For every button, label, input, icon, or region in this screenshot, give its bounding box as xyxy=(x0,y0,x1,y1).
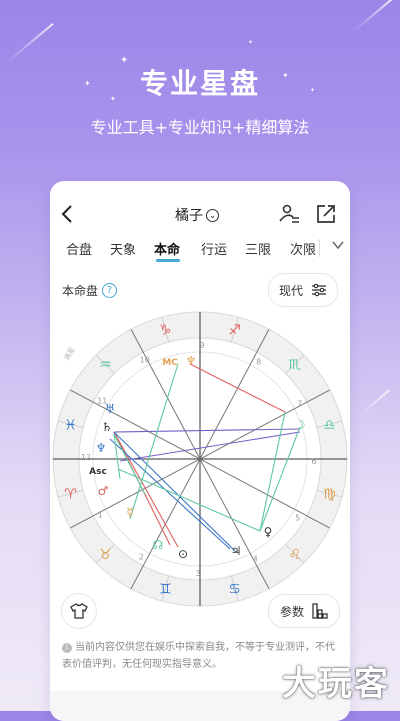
chevron-down-icon xyxy=(332,241,344,250)
house-number: 10 xyxy=(140,355,150,364)
person-switch-icon xyxy=(279,204,299,223)
zodiac-sign-glyph: ♒ xyxy=(99,357,112,373)
share-button[interactable] xyxy=(315,203,337,225)
theme-button[interactable] xyxy=(61,593,97,629)
house-number: 8 xyxy=(256,357,261,366)
zodiac-sign-glyph: ♉ xyxy=(99,547,112,563)
tshirt-icon xyxy=(70,603,88,619)
tab-transit[interactable]: 行运 xyxy=(201,239,227,258)
zodiac-sign-glyph: ♍ xyxy=(323,487,336,503)
profile-name: 橘子 xyxy=(175,208,203,224)
profile-selector[interactable]: 橘子 ⌄ xyxy=(175,205,219,225)
mode-label: 现代 xyxy=(278,283,303,298)
corner-watermark: 满星 xyxy=(62,345,77,362)
planet-glyph: ☿ xyxy=(126,505,133,519)
planet-glyph: ♃ xyxy=(231,544,242,558)
planet-glyph: ☊ xyxy=(153,538,164,552)
planet-glyph: ♆ xyxy=(96,441,107,455)
info-icon: i xyxy=(62,643,72,653)
planet-glyph: ☽ xyxy=(295,418,306,432)
tab-synastry[interactable]: 合盘 xyxy=(66,239,92,258)
planet-glyph: MC xyxy=(162,358,178,368)
tab-more-button[interactable] xyxy=(332,239,344,253)
chevron-left-icon xyxy=(61,205,72,223)
params-button[interactable]: 参数 xyxy=(268,594,340,628)
house-number: 3 xyxy=(195,569,200,578)
house-number: 6 xyxy=(311,457,316,466)
zodiac-sign-glyph: ♏ xyxy=(288,357,301,373)
sparkle-icon: ✦ xyxy=(248,39,254,46)
zodiac-sign-glyph: ♐ xyxy=(228,323,241,339)
zodiac-sign-glyph: ♌ xyxy=(288,547,301,563)
card-top-bar: 橘子 ⌄ xyxy=(50,203,350,227)
tab-divider xyxy=(319,239,320,257)
zodiac-sign-glyph: ♋ xyxy=(228,581,241,597)
house-number: 12 xyxy=(81,453,91,462)
section-label: 本命盘 xyxy=(62,284,99,298)
tab-tertiary[interactable]: 三限 xyxy=(245,239,271,258)
chevron-down-circle-icon: ⌄ xyxy=(206,208,219,222)
house-number: 1 xyxy=(98,510,103,519)
chart-tabs: 合盘 天象 本命 行运 三限 次限 xyxy=(50,239,350,269)
house-number: 5 xyxy=(295,514,300,523)
planet-glyph: ♂ xyxy=(98,484,109,498)
zodiac-sign-glyph: ♈ xyxy=(64,487,77,503)
astro-card: 橘子 ⌄ 合盘 天象 本命 行运 三限 次限 本命盘 ? 现代 ♑ ♐ ♏ ♎ … xyxy=(50,181,350,721)
tab-natal[interactable]: 本命 xyxy=(154,239,180,258)
question-circle-icon[interactable]: ? xyxy=(102,283,118,298)
tab-secondary[interactable]: 次限 xyxy=(290,239,316,258)
hero-subtitle: 专业工具+专业知识+精细算法 xyxy=(90,118,310,137)
planet-glyph: Asc xyxy=(89,467,107,477)
switch-person-button[interactable] xyxy=(278,203,300,225)
house-number: 9 xyxy=(199,341,204,350)
grid-icon xyxy=(312,603,328,619)
planet-glyph: ♀ xyxy=(264,525,273,539)
params-label: 参数 xyxy=(279,604,304,619)
light-streak xyxy=(358,389,390,417)
zodiac-sign-glyph: ♓ xyxy=(64,417,77,433)
section-heading: 本命盘 ? xyxy=(62,282,118,299)
back-button[interactable] xyxy=(60,203,74,230)
house-number: 7 xyxy=(297,400,302,409)
tab-sky[interactable]: 天象 xyxy=(110,239,136,258)
planet-glyph: ♅ xyxy=(105,402,116,416)
house-number: 4 xyxy=(253,555,258,564)
chart-mode-button[interactable]: 现代 xyxy=(268,273,338,307)
active-tab-indicator xyxy=(156,259,180,262)
planet-glyph: ⊙ xyxy=(178,547,188,561)
watermark-logo: 大玩客 xyxy=(282,664,390,704)
planet-glyph: ♄ xyxy=(102,420,113,434)
natal-chart-wheel[interactable]: ♑ ♐♏♎♍♌♋♊♉♈♓♒ 123456789101112 满星 MC ♆♅♄♆As… xyxy=(50,309,350,609)
hero-title: 专业星盘 xyxy=(139,67,260,100)
sliders-icon xyxy=(312,283,326,297)
planet-glyph: ♆ xyxy=(186,354,197,368)
share-icon xyxy=(317,205,335,223)
light-streak xyxy=(353,0,393,32)
zodiac-sign-glyph: ♎ xyxy=(323,417,336,433)
light-streak xyxy=(6,22,54,64)
zodiac-sign-glyph: ♑ xyxy=(159,323,172,339)
house-number: 2 xyxy=(139,553,144,562)
zodiac-sign-glyph: ♊ xyxy=(159,581,172,597)
